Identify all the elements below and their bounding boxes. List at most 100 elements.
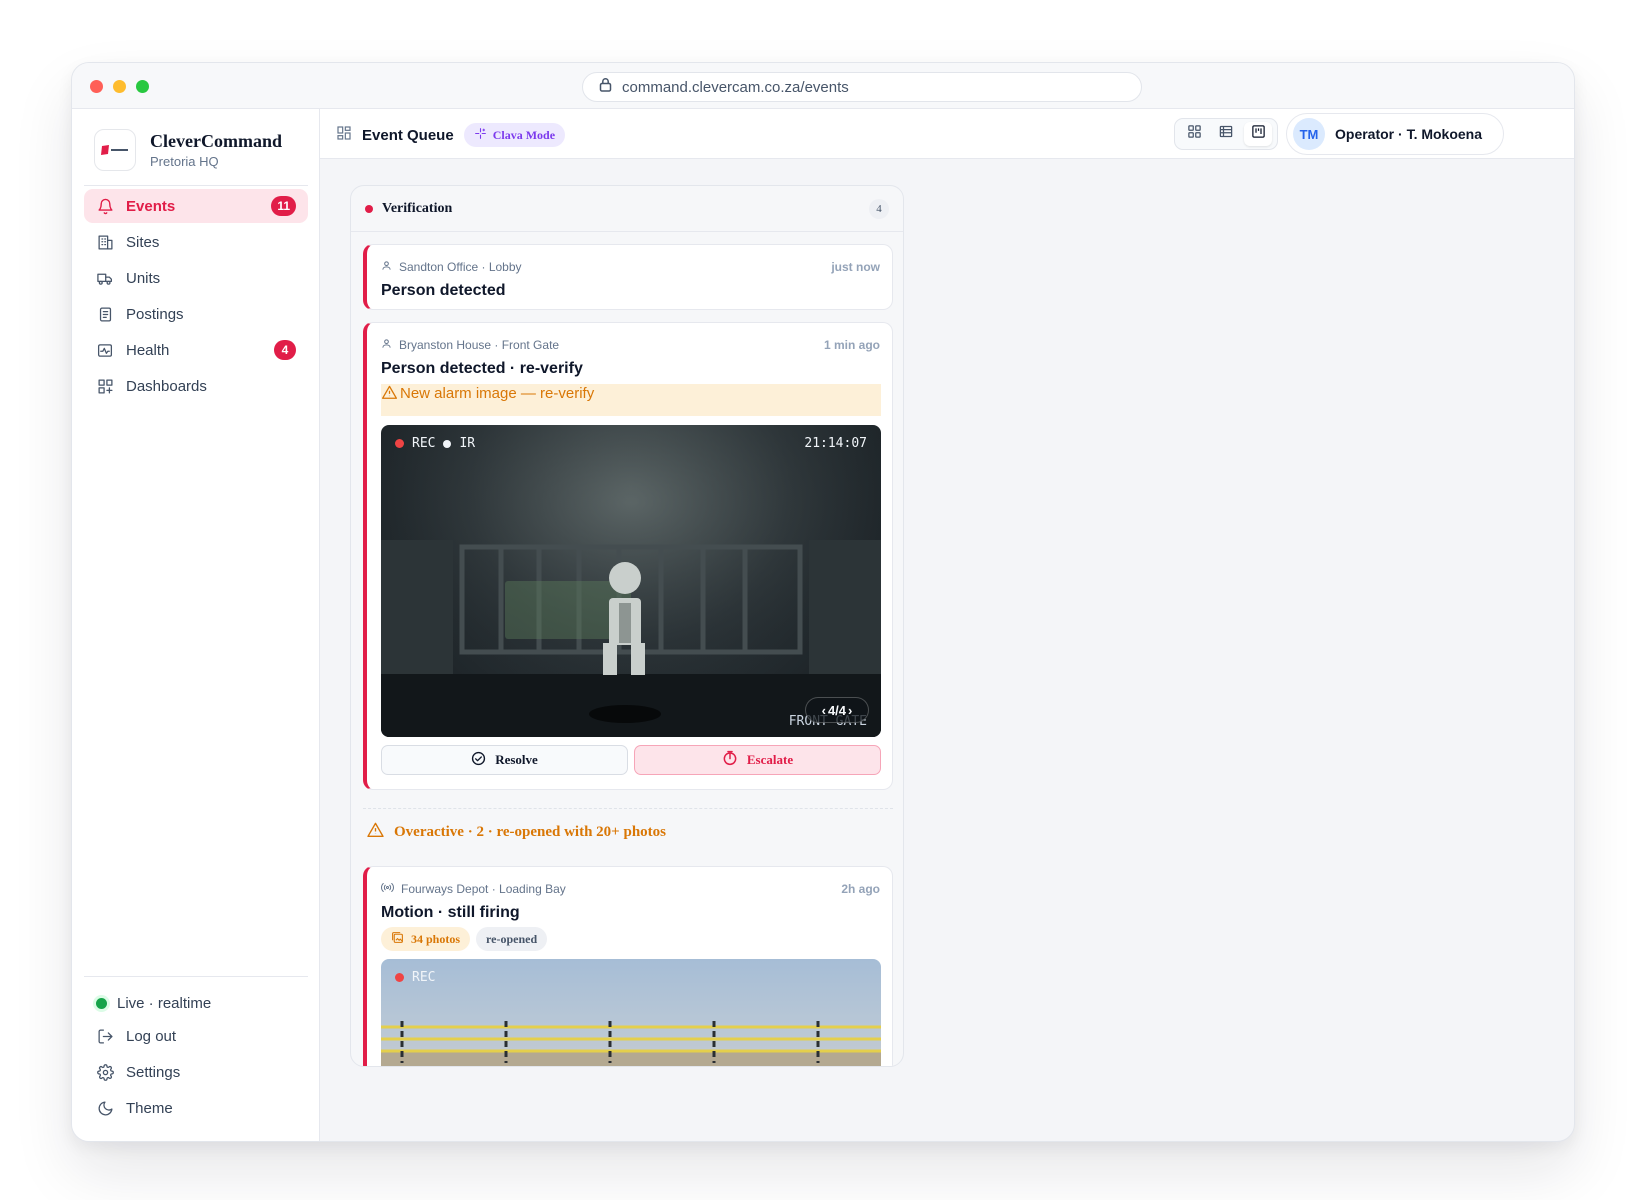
photo-count-chip[interactable]: 34 photos — [381, 927, 471, 951]
rec-label: REC — [412, 970, 436, 985]
moon-icon — [96, 1099, 114, 1117]
sidebar-item-units[interactable]: Units — [84, 261, 308, 295]
rec-label: REC — [412, 436, 436, 451]
theme-button[interactable]: Theme — [84, 1091, 308, 1125]
sparkle-icon — [474, 127, 487, 144]
escalate-label: Escalate — [746, 752, 794, 767]
sidebar: CleverCommand Pretoria HQ Events 11 Site… — [72, 109, 320, 1141]
topbar: Event Queue Clava Mode TM Operator · T. … — [320, 109, 1574, 159]
section-divider — [363, 808, 893, 809]
health-count-badge: 4 — [274, 340, 296, 360]
page-title-text: Event Queue — [362, 126, 454, 144]
event-title: Person detected · re-verify — [381, 360, 583, 377]
resolve-button[interactable]: Resolve — [381, 745, 628, 775]
grid-icon — [1187, 124, 1202, 144]
live-status-label: Live · realtime — [117, 994, 212, 1012]
page-title: Event Queue Clava Mode — [336, 123, 566, 147]
brand-name: CleverCommand — [150, 130, 282, 151]
verification-column: Verification 4 Sandton Office · Lobby ju… — [350, 185, 904, 1067]
event-location-text: Bryanston House · Front Gate — [399, 338, 560, 352]
operator-menu[interactable]: TM Operator · T. Mokoena — [1286, 113, 1504, 155]
chevron-left-icon[interactable]: ‹ — [822, 703, 826, 718]
camera-feed[interactable]: REC — [381, 959, 881, 1066]
address-bar[interactable]: command.clevercam.co.za/events — [582, 72, 1142, 102]
reopened-chip: re-opened — [476, 927, 548, 951]
warning-icon — [382, 385, 397, 403]
table-icon — [1218, 124, 1234, 144]
escalate-button[interactable]: Escalate — [634, 745, 881, 775]
check-circle-icon — [471, 751, 486, 770]
photo-count-label: 34 photos — [411, 931, 461, 946]
sidebar-item-label: Postings — [126, 305, 184, 323]
list-view-button[interactable] — [1212, 122, 1240, 146]
event-time: just now — [831, 260, 880, 274]
event-card[interactable]: Sandton Office · Lobby just now Person d… — [363, 244, 893, 310]
sidebar-nav: Events 11 Sites Units Postings Health 4 … — [84, 189, 308, 405]
person-icon — [381, 260, 392, 274]
logout-button[interactable]: Log out — [84, 1019, 308, 1053]
motion-sensor-icon — [381, 882, 394, 896]
event-location: Bryanston House · Front Gate — [381, 338, 559, 352]
sidebar-item-events[interactable]: Events 11 — [84, 189, 308, 223]
images-icon — [391, 931, 404, 948]
reverify-warning: New alarm image — re-verify — [381, 384, 881, 416]
event-title: Person detected — [381, 282, 506, 299]
lock-icon — [599, 77, 612, 97]
event-location-text: Fourways Depot · Loading Bay — [401, 882, 566, 896]
rec-indicator-icon — [395, 973, 404, 982]
column-header: Verification 4 — [351, 186, 903, 232]
sidebar-item-label: Events — [126, 197, 176, 215]
ir-indicator-icon — [443, 439, 452, 448]
sidebar-item-label: Health — [126, 341, 170, 359]
minimize-window-button[interactable] — [113, 80, 126, 93]
board-view-button[interactable] — [1244, 122, 1272, 146]
sidebar-footer: Live · realtime Log out Settings Theme — [84, 976, 308, 1127]
view-toggle — [1174, 118, 1278, 150]
avatar: TM — [1293, 118, 1325, 150]
event-card[interactable]: Fourways Depot · Loading Bay 2h ago Moti… — [363, 866, 893, 1066]
sidebar-item-label: Units — [126, 269, 161, 287]
event-title: Motion · still firing — [381, 904, 520, 921]
queue-icon — [336, 125, 352, 145]
resolve-label: Resolve — [495, 752, 538, 767]
sidebar-item-postings[interactable]: Postings — [84, 297, 308, 331]
image-pager-count: 4/4 — [827, 702, 847, 718]
grid-plus-icon — [96, 377, 114, 395]
close-window-button[interactable] — [90, 80, 103, 93]
brand: CleverCommand Pretoria HQ — [94, 129, 282, 171]
theme-label: Theme — [126, 1099, 173, 1117]
settings-label: Settings — [126, 1063, 181, 1081]
bell-icon — [96, 197, 114, 215]
brand-logo — [94, 129, 136, 171]
sidebar-item-dashboards[interactable]: Dashboards — [84, 369, 308, 403]
maximize-window-button[interactable] — [136, 80, 149, 93]
settings-button[interactable]: Settings — [84, 1055, 308, 1089]
chevron-right-icon[interactable]: › — [848, 703, 852, 718]
camera-feed[interactable]: REC IR 21:14:07 FRONT GATE ‹ 4/4 › — [381, 425, 881, 737]
clava-mode-toggle[interactable]: Clava Mode — [463, 123, 566, 147]
warning-icon — [367, 822, 384, 842]
overactive-label: Overactive · 2 · re-opened with 20+ phot… — [394, 823, 666, 840]
url-text: command.clevercam.co.za/events — [622, 78, 849, 96]
sidebar-item-label: Dashboards — [126, 377, 207, 395]
sidebar-item-sites[interactable]: Sites — [84, 225, 308, 259]
operator-name: Operator · T. Mokoena — [1335, 126, 1483, 142]
event-time: 2h ago — [841, 882, 880, 896]
event-location-text: Sandton Office · Lobby — [399, 260, 522, 274]
overactive-group-header[interactable]: Overactive · 2 · re-opened with 20+ phot… — [367, 822, 666, 842]
camera-hud: REC IR — [395, 436, 475, 451]
event-location: Fourways Depot · Loading Bay — [381, 882, 566, 896]
image-pager[interactable]: ‹ 4/4 › — [805, 697, 869, 723]
live-indicator-icon — [96, 997, 107, 1009]
activity-icon — [96, 341, 114, 359]
ir-label: IR — [459, 436, 476, 451]
kanban-icon — [1251, 124, 1266, 144]
event-card[interactable]: Bryanston House · Front Gate 1 min ago P… — [363, 322, 893, 790]
event-time: 1 min ago — [823, 338, 880, 352]
grid-view-button[interactable] — [1180, 122, 1208, 146]
alarm-icon — [722, 750, 738, 770]
logout-icon — [96, 1027, 114, 1045]
sidebar-item-health[interactable]: Health 4 — [84, 333, 308, 367]
camera-scene — [381, 425, 881, 737]
events-count-badge: 11 — [271, 196, 296, 216]
